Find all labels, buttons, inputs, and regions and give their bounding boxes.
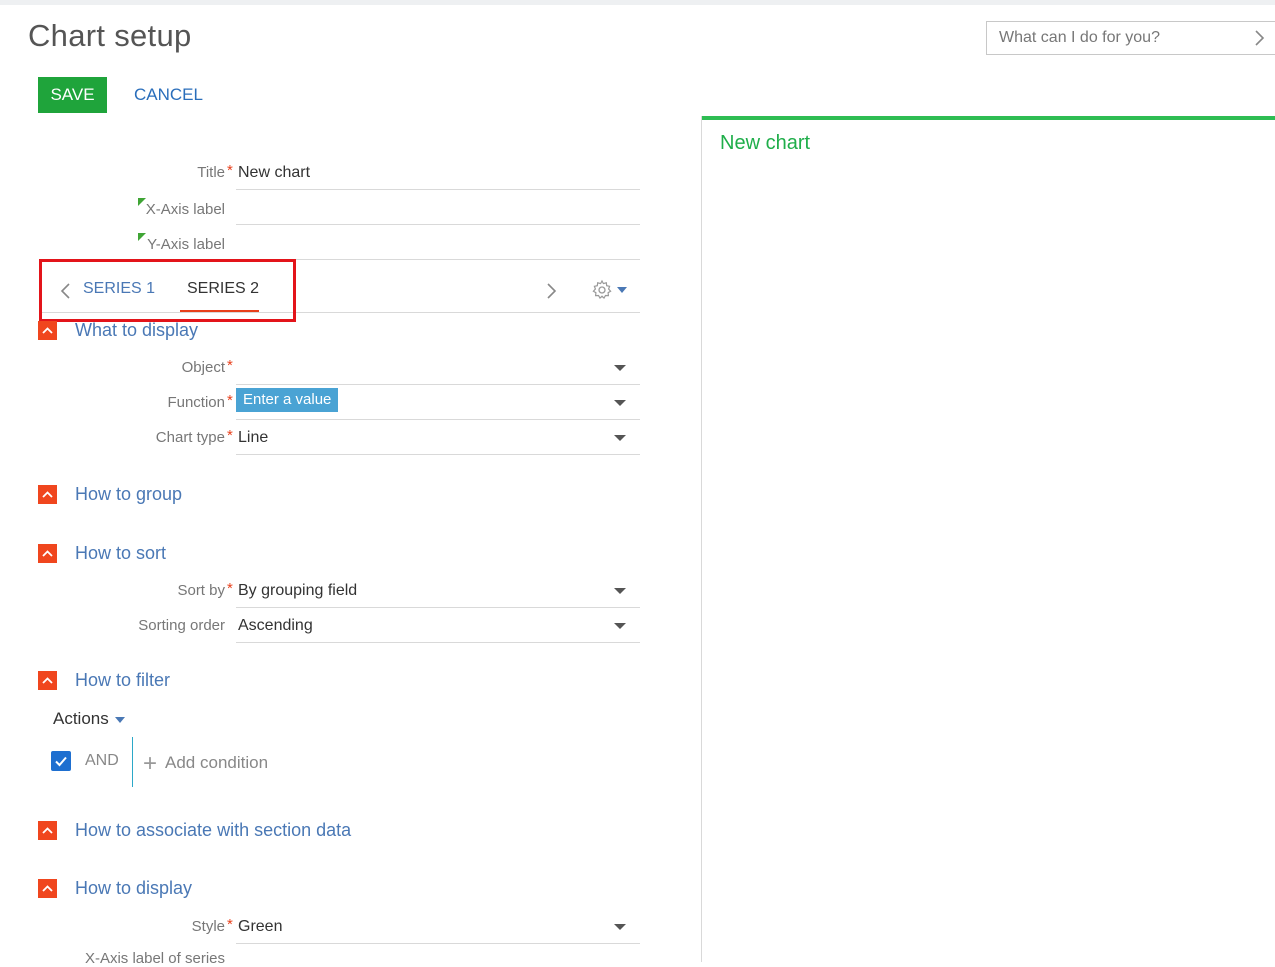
- dropdown-arrow-icon[interactable]: [614, 623, 626, 629]
- section-how-to-filter[interactable]: How to filter: [75, 670, 170, 691]
- actions-menu[interactable]: Actions: [53, 709, 125, 729]
- collapse-icon[interactable]: [38, 821, 57, 840]
- sorting-order-select[interactable]: Ascending: [236, 613, 640, 643]
- chevron-left-icon[interactable]: [58, 281, 74, 306]
- required-mark: *: [227, 427, 233, 444]
- dropdown-arrow-icon[interactable]: [614, 400, 626, 406]
- sorting-order-label: Sorting order: [138, 617, 225, 634]
- dropdown-arrow-icon[interactable]: [614, 435, 626, 441]
- caret-down-icon: [114, 716, 125, 723]
- title-value: New chart: [238, 164, 311, 181]
- plus-icon: +: [143, 750, 158, 777]
- style-value: Green: [238, 918, 283, 935]
- x-axis-field[interactable]: [236, 195, 640, 225]
- object-label: Object: [181, 359, 225, 376]
- filter-group-checkbox[interactable]: [51, 751, 71, 771]
- chevron-right-icon[interactable]: [543, 281, 559, 306]
- sorting-order-value: Ascending: [238, 617, 313, 634]
- section-what-to-display[interactable]: What to display: [75, 320, 198, 341]
- cancel-button[interactable]: CANCEL: [124, 77, 213, 113]
- actions-label: Actions: [53, 709, 109, 728]
- gear-icon[interactable]: [591, 279, 613, 306]
- section-how-to-group[interactable]: How to group: [75, 484, 182, 505]
- function-value: Enter a value: [236, 388, 339, 412]
- chart-preview-panel: New chart: [701, 116, 1275, 962]
- tab-series-1[interactable]: SERIES 1: [83, 280, 155, 298]
- tab-series-2[interactable]: SERIES 2: [187, 280, 259, 298]
- function-select[interactable]: Enter a value: [236, 388, 640, 420]
- required-mark: *: [227, 392, 233, 409]
- chart-type-label: Chart type: [155, 429, 225, 446]
- localizable-marker-icon: [138, 198, 146, 206]
- chevron-right-icon[interactable]: [1249, 28, 1269, 48]
- tabs-divider: [40, 312, 640, 313]
- title-label: Title: [197, 164, 225, 181]
- add-condition-button[interactable]: + Add condition: [143, 750, 268, 778]
- required-mark: *: [227, 580, 233, 597]
- section-how-to-associate[interactable]: How to associate with section data: [75, 820, 351, 841]
- y-axis-label: Y-Axis label: [147, 236, 225, 253]
- top-strip: [0, 0, 1275, 5]
- sort-by-label: Sort by: [177, 582, 225, 599]
- command-line-input[interactable]: [987, 22, 1237, 54]
- save-button[interactable]: SAVE: [38, 77, 107, 113]
- dropdown-arrow-icon[interactable]: [614, 365, 626, 371]
- required-mark: *: [227, 357, 233, 374]
- function-label: Function: [167, 394, 225, 411]
- style-select[interactable]: Green: [236, 914, 640, 944]
- x-axis-label: X-Axis label: [145, 201, 225, 218]
- checkmark-icon: [55, 756, 67, 767]
- filter-group-line: [132, 737, 133, 787]
- required-mark: *: [227, 162, 233, 179]
- add-condition-label: Add condition: [165, 753, 269, 772]
- page-title: Chart setup: [28, 18, 192, 53]
- chevron-down-icon[interactable]: [617, 287, 627, 293]
- preview-chart-title: New chart: [720, 132, 811, 154]
- collapse-icon[interactable]: [38, 485, 57, 504]
- command-line[interactable]: [986, 21, 1275, 55]
- and-operator[interactable]: AND: [85, 752, 119, 770]
- sort-by-select[interactable]: By grouping field: [236, 578, 640, 608]
- style-label: Style: [191, 918, 225, 935]
- localizable-marker-icon: [138, 233, 146, 241]
- sort-by-value: By grouping field: [238, 582, 358, 599]
- collapse-icon[interactable]: [38, 879, 57, 898]
- x-axis-series-label: X-Axis label of series: [84, 950, 225, 967]
- preview-accent-bar: [702, 116, 1275, 120]
- chart-type-value: Line: [238, 429, 269, 446]
- collapse-icon[interactable]: [38, 321, 57, 340]
- collapse-icon[interactable]: [38, 671, 57, 690]
- dropdown-arrow-icon[interactable]: [614, 588, 626, 594]
- y-axis-field[interactable]: [236, 230, 640, 260]
- section-how-to-display[interactable]: How to display: [75, 878, 192, 899]
- chart-type-select[interactable]: Line: [236, 425, 640, 455]
- collapse-icon[interactable]: [38, 544, 57, 563]
- title-field[interactable]: New chart: [236, 160, 640, 190]
- object-select[interactable]: [236, 355, 640, 385]
- dropdown-arrow-icon[interactable]: [614, 924, 626, 930]
- required-mark: *: [227, 916, 233, 933]
- section-how-to-sort[interactable]: How to sort: [75, 543, 166, 564]
